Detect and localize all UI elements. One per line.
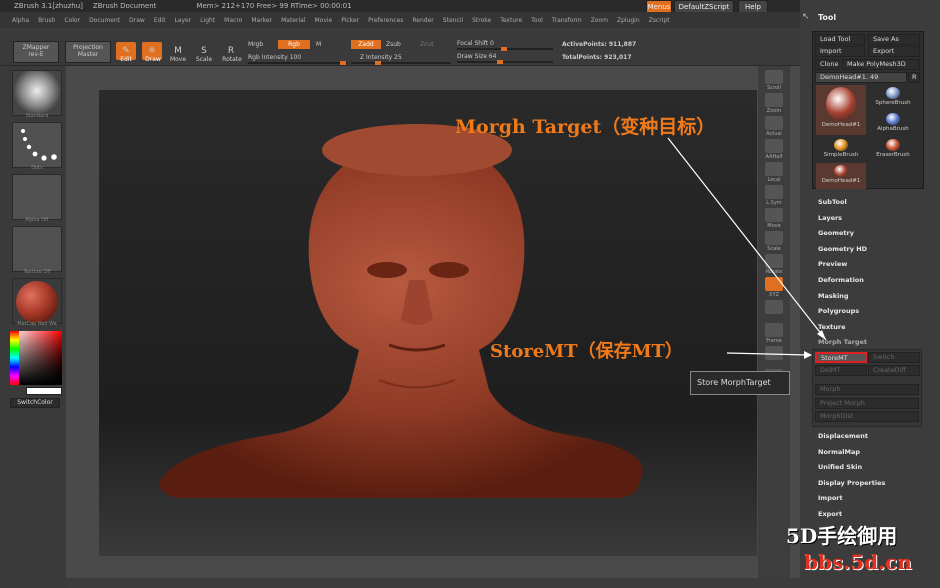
watermark-url: bbs.5d.cn <box>804 550 912 574</box>
watermark-title: 5D手绘御用 <box>786 524 898 548</box>
annotation-arrows <box>667 137 827 359</box>
